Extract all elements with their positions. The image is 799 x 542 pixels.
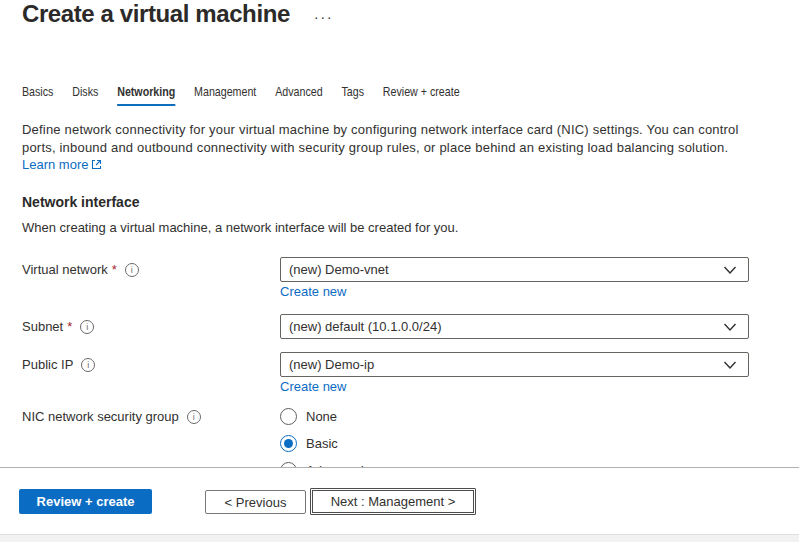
info-icon[interactable]: i: [125, 263, 139, 277]
tab-disks[interactable]: Disks: [72, 84, 98, 106]
footer-bar: Review + create < Previous Next : Manage…: [0, 468, 799, 534]
virtual-network-value: (new) Demo-vnet: [289, 262, 389, 277]
info-icon[interactable]: i: [80, 320, 94, 334]
subnet-dropdown[interactable]: (new) default (10.1.0.0/24): [280, 314, 749, 339]
tab-description: Define network connectivity for your vir…: [22, 121, 739, 156]
radio-basic-label: Basic: [306, 436, 338, 451]
radio-basic[interactable]: Basic: [280, 435, 749, 452]
next-management-button[interactable]: Next : Management >: [310, 488, 476, 515]
create-new-public-ip-link[interactable]: Create new: [280, 379, 346, 394]
radio-circle[interactable]: [280, 408, 297, 425]
subnet-value: (new) default (10.1.0.0/24): [289, 319, 441, 334]
public-ip-value: (new) Demo-ip: [289, 357, 374, 372]
info-icon[interactable]: i: [81, 358, 95, 372]
radio-none[interactable]: None: [280, 408, 749, 425]
tab-management[interactable]: Management: [194, 84, 256, 106]
tab-basics[interactable]: Basics: [22, 84, 53, 106]
external-link-icon: [91, 159, 102, 170]
nic-nsg-label: NIC network security group: [22, 409, 179, 424]
create-new-vnet-link[interactable]: Create new: [280, 284, 346, 299]
more-menu-icon[interactable]: ···: [314, 8, 334, 25]
create-vm-page: Create a virtual machine ··· Basics Disk…: [0, 0, 799, 542]
page-title: Create a virtual machine: [22, 0, 290, 28]
section-heading: Network interface: [22, 194, 139, 210]
section-subtext: When creating a virtual machine, a netwo…: [22, 220, 458, 235]
bottom-strip: [0, 534, 799, 542]
required-asterisk: *: [67, 319, 72, 334]
virtual-network-dropdown[interactable]: (new) Demo-vnet: [280, 257, 749, 282]
chevron-down-icon: [723, 360, 737, 370]
tab-advanced[interactable]: Advanced: [275, 84, 322, 106]
learn-more-link[interactable]: Learn more: [22, 157, 88, 172]
info-icon[interactable]: i: [187, 410, 201, 424]
radio-none-label: None: [306, 409, 337, 424]
review-create-button[interactable]: Review + create: [19, 489, 152, 514]
previous-button[interactable]: < Previous: [205, 490, 306, 514]
chevron-down-icon: [723, 322, 737, 332]
subnet-label: Subnet: [22, 319, 63, 334]
public-ip-dropdown[interactable]: (new) Demo-ip: [280, 352, 749, 377]
radio-circle-selected[interactable]: [280, 435, 297, 452]
tab-tags[interactable]: Tags: [341, 84, 364, 106]
chevron-down-icon: [723, 265, 737, 275]
virtual-network-label: Virtual network: [22, 262, 108, 277]
required-asterisk: *: [112, 262, 117, 277]
tab-review-create[interactable]: Review + create: [383, 84, 460, 106]
public-ip-label: Public IP: [22, 357, 73, 372]
tab-bar: Basics Disks Networking Management Advan…: [22, 84, 460, 106]
tab-networking[interactable]: Networking: [117, 84, 175, 106]
